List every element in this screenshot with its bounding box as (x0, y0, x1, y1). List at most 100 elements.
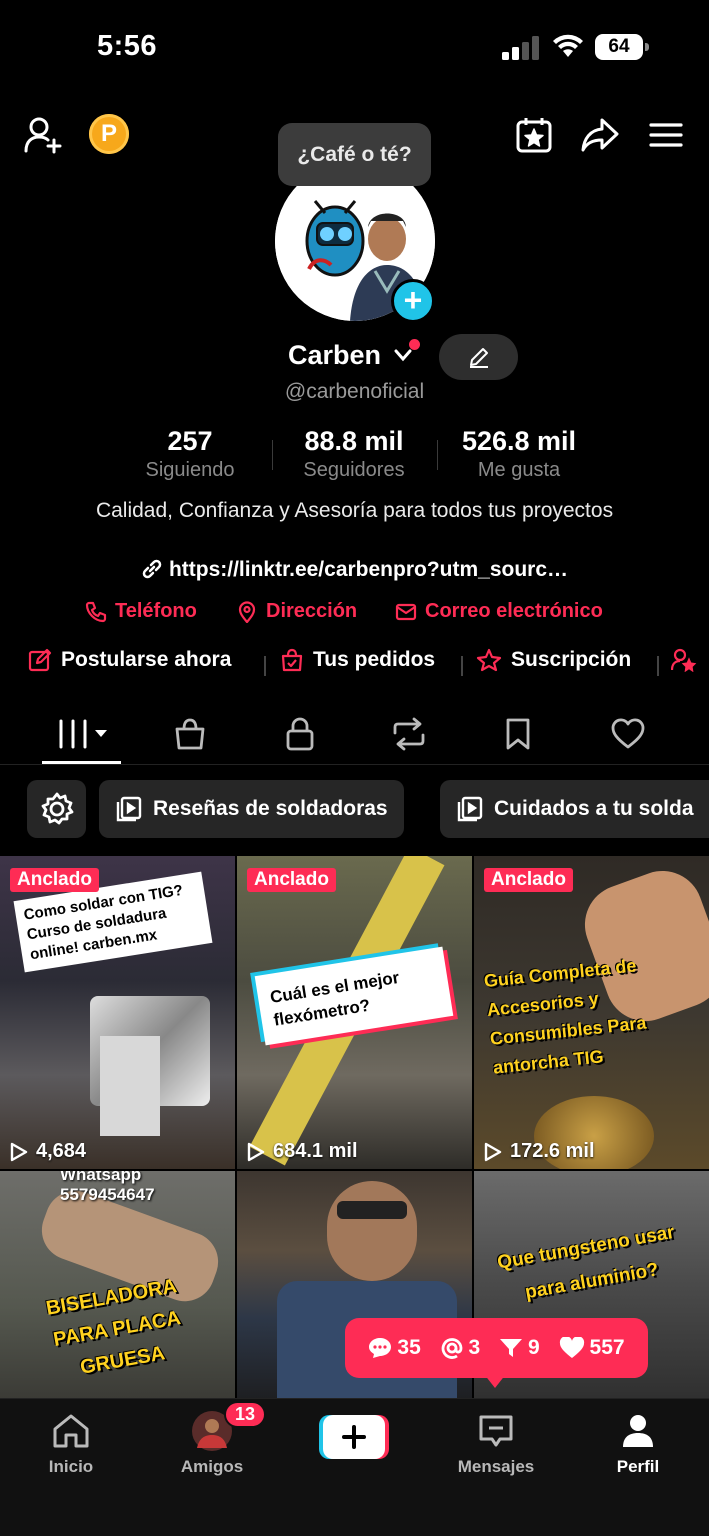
cellular-signal-icon (502, 36, 539, 60)
profile-person-icon (623, 1415, 653, 1447)
tab-shop[interactable] (160, 713, 220, 755)
phone-icon (85, 601, 107, 622)
link-text: https://linktr.ee/carbenpro?utm_sourc… (168, 558, 569, 581)
profile-name[interactable]: Carben (288, 340, 381, 371)
play-icon (247, 1142, 265, 1161)
my-orders-button[interactable]: Tus pedidos (280, 648, 435, 672)
nav-profile[interactable]: Perfil (588, 1411, 688, 1477)
repost-icon (393, 717, 425, 751)
lock-icon (286, 717, 314, 751)
video-thumbnail[interactable]: Cuál es el mejor flexómetro? Anclado 684… (237, 856, 472, 1169)
pinned-badge: Anclado (10, 868, 99, 892)
pencil-icon (469, 348, 488, 368)
video-caption-top: Whatsapp (60, 1171, 142, 1184)
play-icon (10, 1142, 28, 1161)
add-avatar-button[interactable]: + (391, 279, 435, 323)
profile-bio: Calidad, Confianza y Asesoría para todos… (95, 499, 614, 522)
menu-icon[interactable] (645, 114, 687, 156)
battery-icon: 64 (595, 34, 649, 60)
inbox-message-icon (479, 1415, 513, 1447)
mentions-count: 3 (440, 1336, 480, 1360)
bottom-nav: Inicio Amigos 13 Mensajes Perfil (0, 1398, 709, 1536)
subscription-star-icon (476, 648, 502, 672)
action-row: Postularse ahora Tus pedidos Suscripción (0, 648, 709, 682)
calendar-star-icon[interactable] (513, 114, 555, 156)
playlist-chip[interactable]: Reseñas de soldadoras (99, 780, 404, 838)
comment-icon (369, 1338, 392, 1358)
video-thumbnail[interactable]: Como soldar con TIG? Curso de soldadura … (0, 856, 235, 1169)
profile-stats: 257 Siguiendo 88.8 mil Seguidores 526.8 … (0, 426, 709, 486)
subscription-button[interactable]: Suscripción (476, 648, 631, 672)
shop-bag-icon (175, 718, 205, 750)
contact-row: Teléfono Dirección Correo electrónico (0, 600, 709, 630)
status-bar: 5:56 64 (0, 0, 709, 90)
at-mention-icon (441, 1338, 462, 1359)
tab-videos[interactable] (52, 713, 112, 755)
mail-icon (395, 603, 417, 620)
more-action-button[interactable] (671, 648, 697, 672)
content-tabs (0, 705, 709, 765)
nav-messages[interactable]: Mensajes (446, 1411, 546, 1477)
battery-level: 64 (595, 34, 643, 60)
apply-edit-icon (28, 648, 52, 672)
comments-count: 35 (368, 1336, 421, 1360)
coins-icon[interactable]: P (89, 114, 129, 154)
heart-filled-icon (559, 1337, 584, 1358)
playlist-chips: Reseñas de soldadoras Cuidados a tu sold… (0, 780, 709, 838)
likes-count: 557 (559, 1336, 625, 1360)
view-count: 172.6 mil (484, 1140, 595, 1163)
edit-profile-button[interactable] (439, 334, 518, 380)
video-thumbnail[interactable]: Guía Completa de Accesorios y Consumible… (474, 856, 709, 1169)
heart-icon (611, 718, 645, 749)
pinned-badge: Anclado (484, 868, 573, 892)
status-time: 5:56 (97, 30, 158, 62)
add-friend-icon[interactable] (22, 114, 64, 156)
friends-badge: 13 (224, 1401, 267, 1428)
tab-reposts[interactable] (379, 713, 439, 755)
active-tab-indicator (42, 761, 121, 764)
share-icon[interactable] (579, 114, 621, 156)
contact-address[interactable]: Dirección (236, 600, 357, 623)
playlist-icon (457, 796, 483, 822)
tab-saved[interactable] (488, 713, 548, 755)
create-video-button[interactable] (319, 1415, 389, 1459)
playlist-chip[interactable]: Cuidados a tu solda (440, 780, 709, 838)
playlist-icon (116, 796, 142, 822)
video-caption: Cuál es el mejor flexómetro? (254, 946, 454, 1046)
follower-funnel-icon (500, 1339, 523, 1357)
name-row: Carben (0, 334, 709, 380)
home-icon (53, 1414, 89, 1448)
person-star-icon (671, 648, 697, 672)
profile-handle: @carbenoficial (284, 380, 425, 403)
apply-now-button[interactable]: Postularse ahora (28, 648, 231, 672)
videos-grid-icon (59, 719, 107, 749)
location-pin-icon (238, 600, 256, 623)
video-caption: Que tungsteno usar para aluminio? (495, 1221, 677, 1304)
link-icon (142, 559, 162, 579)
profile-link[interactable]: https://linktr.ee/carbenpro?utm_sourc… (0, 558, 709, 582)
stat-likes[interactable]: 526.8 mil Me gusta (449, 426, 589, 482)
activity-popup[interactable]: 35 3 9 557 (345, 1318, 648, 1378)
followers-count: 9 (499, 1336, 540, 1360)
manage-playlists-button[interactable] (27, 780, 86, 838)
view-count: 684.1 mil (247, 1140, 358, 1163)
gear-icon (41, 792, 73, 825)
video-caption-phone: 5579454647 (60, 1185, 155, 1204)
status-bubble[interactable]: ¿Café o té? (278, 123, 431, 186)
tab-private[interactable] (270, 713, 330, 755)
tab-liked[interactable] (598, 713, 658, 755)
nav-home[interactable]: Inicio (21, 1411, 121, 1477)
stat-followers[interactable]: 88.8 mil Seguidores (284, 426, 424, 482)
play-icon (484, 1142, 502, 1161)
contact-phone[interactable]: Teléfono (85, 600, 197, 623)
video-caption: BISELADORA PARA PLACA GRUESA (44, 1275, 183, 1379)
bookmark-icon (506, 718, 530, 750)
video-grid: Como soldar con TIG? Curso de soldadura … (0, 856, 709, 1398)
video-thumbnail[interactable]: Whatsapp 5579454647 BISELADORA PARA PLAC… (0, 1171, 235, 1398)
orders-bag-icon (281, 648, 303, 672)
view-count: 4,684 (10, 1140, 86, 1163)
contact-email[interactable]: Correo electrónico (395, 600, 603, 623)
stat-following[interactable]: 257 Siguiendo (130, 426, 250, 482)
pinned-badge: Anclado (247, 868, 336, 892)
popup-pointer (484, 1374, 506, 1388)
